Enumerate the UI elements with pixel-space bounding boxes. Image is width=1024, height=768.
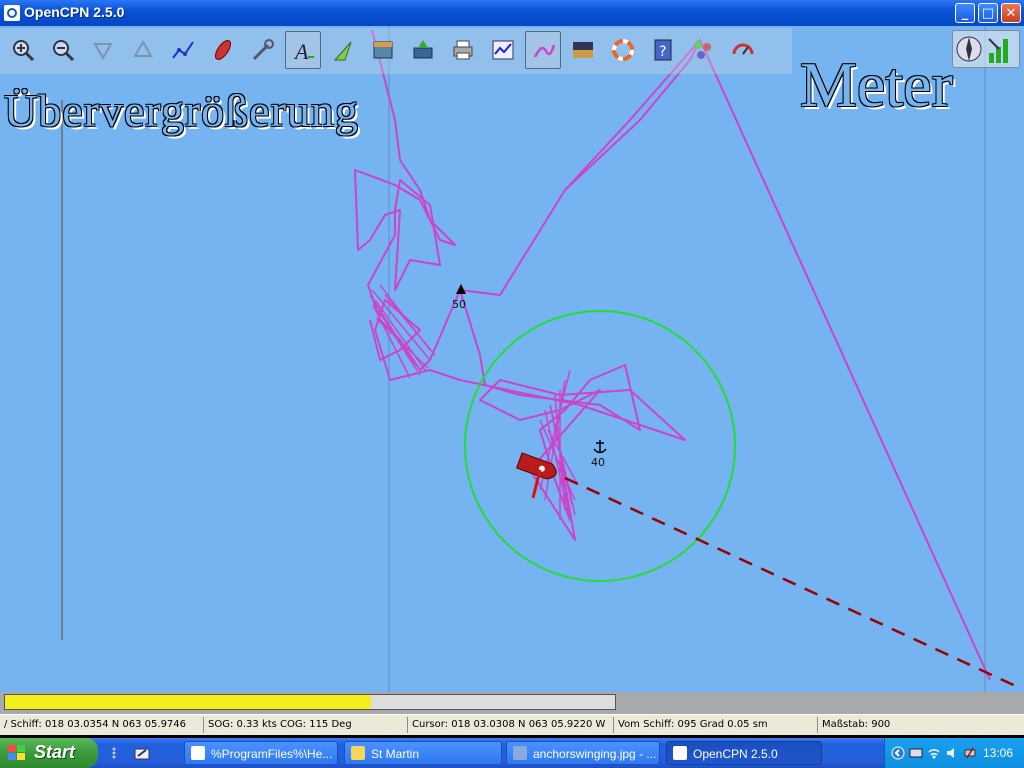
status-ship-position: / Schiff: 018 03.0354 N 063 05.9746 (0, 717, 204, 733)
taskbar-item-st-martin[interactable]: St Martin (344, 741, 502, 765)
track-scribble-cluster-2 (539, 369, 579, 521)
taskbar-item-opencpn[interactable]: OpenCPN 2.5.0 (666, 741, 822, 765)
window-title: OpenCPN 2.5.0 (24, 4, 125, 20)
track-icon (533, 44, 556, 58)
gps-icon (732, 43, 754, 55)
status-bar: / Schiff: 018 03.0354 N 063 05.9746 SOG:… (0, 714, 1024, 735)
color-scheme-button[interactable] (565, 31, 601, 69)
main-toolbar: A ? (0, 28, 792, 74)
volume-icon[interactable] (945, 746, 959, 760)
overzoom-warning-text: Übervergrößerung (4, 85, 359, 136)
show-desktop-icon[interactable] (134, 745, 150, 761)
tide-icon (373, 41, 393, 59)
taskbar-item-label: St Martin (371, 747, 420, 761)
svg-text:A: A (293, 39, 309, 63)
currents-button[interactable] (325, 31, 361, 69)
opencpn-task-icon (673, 746, 687, 760)
print-button[interactable] (445, 31, 481, 69)
chart-info-button[interactable] (405, 31, 441, 69)
close-button[interactable]: ✕ (1001, 3, 1021, 23)
route-manager-icon (492, 40, 514, 60)
current-icon (333, 41, 352, 61)
network-icon[interactable] (909, 746, 923, 760)
windows-logo-icon (8, 745, 25, 760)
status-cursor-position: Cursor: 018 03.0308 N 063 05.9220 W (408, 717, 614, 733)
track-line-long (699, 39, 991, 681)
scale-out-icon (133, 39, 153, 57)
print-icon (453, 40, 473, 60)
folder-window-icon (191, 746, 205, 760)
color-scheme-icon (573, 42, 593, 58)
title-bar[interactable]: OpenCPN 2.5.0 _ □ ✕ (0, 0, 1024, 26)
man-overboard-button[interactable] (605, 31, 641, 69)
route-manager-button[interactable] (485, 31, 521, 69)
taskbar-item-label: OpenCPN 2.5.0 (693, 747, 778, 761)
settings-icon (252, 39, 274, 61)
help-icon: ? (654, 39, 672, 61)
follow-ship-button[interactable] (205, 31, 241, 69)
depth-label-50: 50 (452, 298, 466, 311)
quick-launch-grip-icon (112, 747, 116, 759)
maximize-button[interactable]: □ (978, 3, 998, 23)
zoom-in-icon (13, 40, 35, 62)
minimize-button[interactable]: _ (955, 3, 975, 23)
compass-gps-panel[interactable] (952, 30, 1020, 68)
zoom-out-button[interactable] (45, 31, 81, 69)
scale-out-button[interactable] (125, 31, 161, 69)
safely-remove-icon[interactable] (963, 746, 977, 760)
heading-predictor-line (564, 476, 1021, 690)
anchor-icon (593, 440, 607, 454)
scale-in-button[interactable] (85, 31, 121, 69)
zoom-in-button[interactable] (5, 31, 41, 69)
ais-icon (694, 41, 711, 59)
tides-button[interactable] (365, 31, 401, 69)
scale-in-icon (93, 43, 113, 61)
taskbar: Start %ProgramFiles%\He... St Martin anc… (0, 738, 1024, 768)
gps-status-button[interactable] (725, 31, 761, 69)
system-clock[interactable]: 13:06 (983, 746, 1013, 760)
chart-info-icon (413, 40, 433, 59)
compass-icon (956, 36, 982, 62)
depth-marker-icon (456, 284, 466, 294)
taskbar-item-anchorswinging[interactable]: anchorswinging.jpg - ... (506, 741, 660, 765)
status-from-ship: Vom Schiff: 095 Grad 0.05 sm (614, 717, 818, 733)
start-button[interactable]: Start (0, 738, 98, 768)
create-route-button[interactable] (165, 31, 201, 69)
wireless-icon[interactable] (927, 746, 941, 760)
text-toggle-button[interactable]: A (285, 31, 321, 69)
tray-expand-icon[interactable] (891, 746, 905, 760)
status-sog-cog: SOG: 0.33 kts COG: 115 Deg (204, 717, 408, 733)
opencpn-app-icon (4, 5, 20, 21)
follow-ship-icon (214, 40, 232, 60)
status-scale: Maßstab: 900 (822, 719, 891, 730)
chart-bar (0, 692, 1024, 714)
help-button[interactable]: ? (645, 31, 681, 69)
svg-text:?: ? (659, 44, 666, 60)
taskbar-item-label: anchorswinging.jpg - ... (533, 747, 657, 761)
image-viewer-icon (513, 746, 527, 760)
chart-progress-bar (4, 694, 616, 710)
zoom-out-icon (53, 40, 75, 62)
depth-label-40: 40 (591, 456, 605, 469)
gps-signal-icon (988, 38, 1008, 63)
folder-icon (351, 746, 365, 760)
text-icon: A (293, 39, 314, 63)
start-label: Start (34, 742, 76, 762)
taskbar-item-programfiles[interactable]: %ProgramFiles%\He... (184, 741, 338, 765)
route-icon (172, 41, 194, 59)
taskbar-item-label: %ProgramFiles%\He... (211, 747, 333, 761)
settings-button[interactable] (245, 31, 281, 69)
mob-icon (612, 39, 634, 61)
track-toggle-button[interactable] (525, 31, 561, 69)
depth-units-text: Meter (800, 49, 953, 120)
chart-progress-fill (5, 695, 371, 709)
ais-button[interactable] (685, 31, 721, 69)
system-tray: 13:06 (884, 738, 1024, 768)
